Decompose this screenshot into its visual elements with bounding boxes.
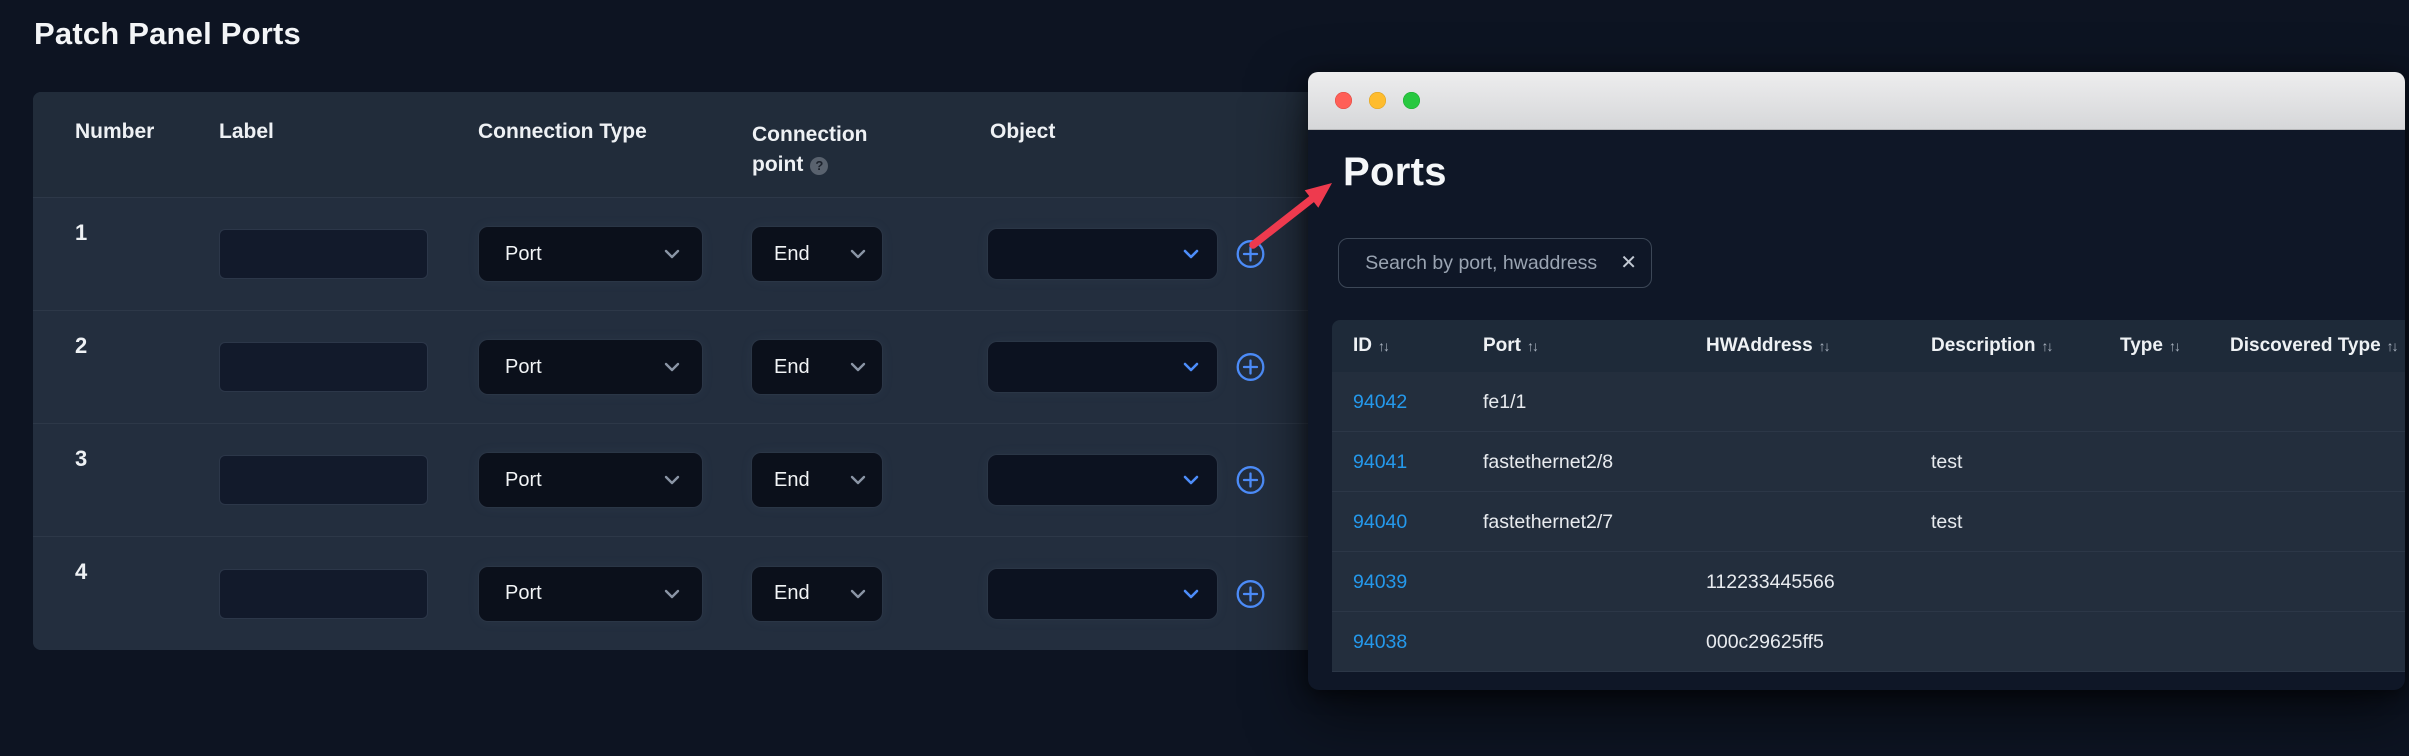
add-object-button[interactable] (1236, 353, 1265, 382)
connection-point-select[interactable]: End (752, 566, 882, 621)
search-input[interactable] (1365, 251, 1617, 275)
help-icon[interactable]: ? (810, 157, 829, 176)
col-header-port[interactable]: Port ↑↓ (1483, 335, 1539, 357)
id-link[interactable]: 94038 (1353, 631, 1407, 654)
ports-table-header-row: ID ↑↓ Port ↑↓ HWAddress ↑↓ Description ↑↓ Ty… (1332, 320, 2405, 372)
chevron-down-icon (664, 249, 680, 259)
chevron-down-icon (850, 475, 866, 485)
sort-icon: ↑↓ (1818, 338, 1831, 354)
plus-icon (1236, 240, 1265, 268)
sort-icon: ↑↓ (2041, 338, 2054, 354)
table-row: 94039 112233445566 (1332, 552, 2405, 612)
connection-type-select[interactable]: Port (479, 340, 702, 394)
table-row: 94040 fastethernet2/7 test (1332, 492, 2405, 552)
hwaddress-cell: 112233445566 (1706, 571, 1835, 593)
port-cell: fastethernet2/8 (1483, 451, 1614, 473)
window-titlebar[interactable] (1308, 72, 2405, 130)
ports-table: ID ↑↓ Port ↑↓ HWAddress ↑↓ Description ↑↓ Ty… (1332, 320, 2405, 672)
object-select[interactable] (988, 342, 1217, 392)
col-header-number: Number (75, 120, 155, 143)
row-number: 1 (75, 220, 88, 245)
add-object-button[interactable] (1236, 240, 1265, 269)
modal-title: Ports (1343, 150, 1447, 194)
plus-icon (1236, 466, 1265, 494)
col-header-discovered-type[interactable]: Discovered Type ↑↓ (2230, 335, 2399, 357)
plus-icon (1236, 579, 1265, 608)
chevron-down-icon (664, 475, 680, 485)
hwaddress-cell: 000c29625ff5 (1706, 631, 1824, 653)
connection-point-select[interactable]: End (752, 453, 882, 507)
object-select[interactable] (988, 568, 1217, 619)
sort-icon: ↑↓ (1527, 338, 1539, 354)
label-input[interactable] (219, 455, 428, 505)
col-header-type[interactable]: Type ↑↓ (2120, 335, 2181, 357)
label-input[interactable] (219, 568, 428, 619)
description-cell: test (1931, 511, 1963, 533)
sort-icon: ↑↓ (2386, 338, 2399, 354)
label-input[interactable] (219, 229, 428, 279)
object-select[interactable] (988, 229, 1217, 279)
ports-modal-window: Ports ✕ ID↑↓ Port↑↓ HWAddress↑↓ Descript… (1308, 72, 2405, 690)
col-header-label: Label (219, 120, 274, 143)
col-header-id[interactable]: ID ↑↓ (1353, 335, 1390, 357)
id-link[interactable]: 94040 (1353, 511, 1407, 534)
chevron-down-icon (1183, 249, 1199, 259)
label-input[interactable] (219, 342, 428, 392)
sort-icon: ↑↓ (1378, 338, 1390, 354)
id-link[interactable]: 94039 (1353, 571, 1407, 594)
id-link[interactable]: 94042 (1353, 391, 1407, 414)
chevron-down-icon (1183, 362, 1199, 372)
col-header-connection-point: Connection point? (752, 123, 868, 177)
port-cell: fastethernet2/7 (1483, 511, 1614, 533)
plus-icon (1236, 353, 1265, 381)
add-object-button[interactable] (1236, 579, 1265, 608)
row-number: 3 (75, 446, 88, 471)
col-header-connection-type: Connection Type (478, 120, 647, 143)
col-header-description[interactable]: Description ↑↓ (1931, 335, 2054, 357)
col-header-hwaddress[interactable]: HWAddress ↑↓ (1706, 335, 1831, 357)
add-object-button[interactable] (1236, 466, 1265, 495)
chevron-down-icon (850, 589, 866, 598)
object-select[interactable] (988, 455, 1217, 505)
clear-search-icon[interactable]: ✕ (1616, 253, 1637, 273)
chevron-down-icon (664, 589, 680, 598)
port-cell: fe1/1 (1483, 391, 1527, 413)
row-number: 4 (75, 559, 88, 584)
table-row: 94038 000c29625ff5 (1332, 612, 2405, 672)
screen: Patch Panel Ports Number Label Connectio… (0, 0, 2409, 756)
row-number: 2 (75, 333, 88, 358)
table-row: 94042 fe1/1 (1332, 372, 2405, 432)
table-row: 94041 fastethernet2/8 test (1332, 432, 2405, 492)
chevron-down-icon (850, 362, 866, 372)
connection-point-select[interactable]: End (752, 227, 882, 281)
minimize-button[interactable] (1369, 92, 1386, 109)
connection-point-select[interactable]: End (752, 340, 882, 394)
col-header-object: Object (990, 120, 1056, 143)
search-box: ✕ (1338, 238, 1652, 288)
connection-type-select[interactable]: Port (479, 566, 702, 621)
chevron-down-icon (664, 362, 680, 372)
sort-icon: ↑↓ (2168, 338, 2181, 354)
chevron-down-icon (1183, 589, 1199, 598)
zoom-button[interactable] (1403, 92, 1420, 109)
connection-type-select[interactable]: Port (479, 227, 702, 281)
page-title: Patch Panel Ports (34, 16, 301, 51)
close-button[interactable] (1335, 92, 1352, 109)
chevron-down-icon (1183, 475, 1199, 485)
chevron-down-icon (850, 249, 866, 259)
description-cell: test (1931, 451, 1963, 473)
connection-type-select[interactable]: Port (479, 453, 702, 507)
id-link[interactable]: 94041 (1353, 451, 1407, 474)
